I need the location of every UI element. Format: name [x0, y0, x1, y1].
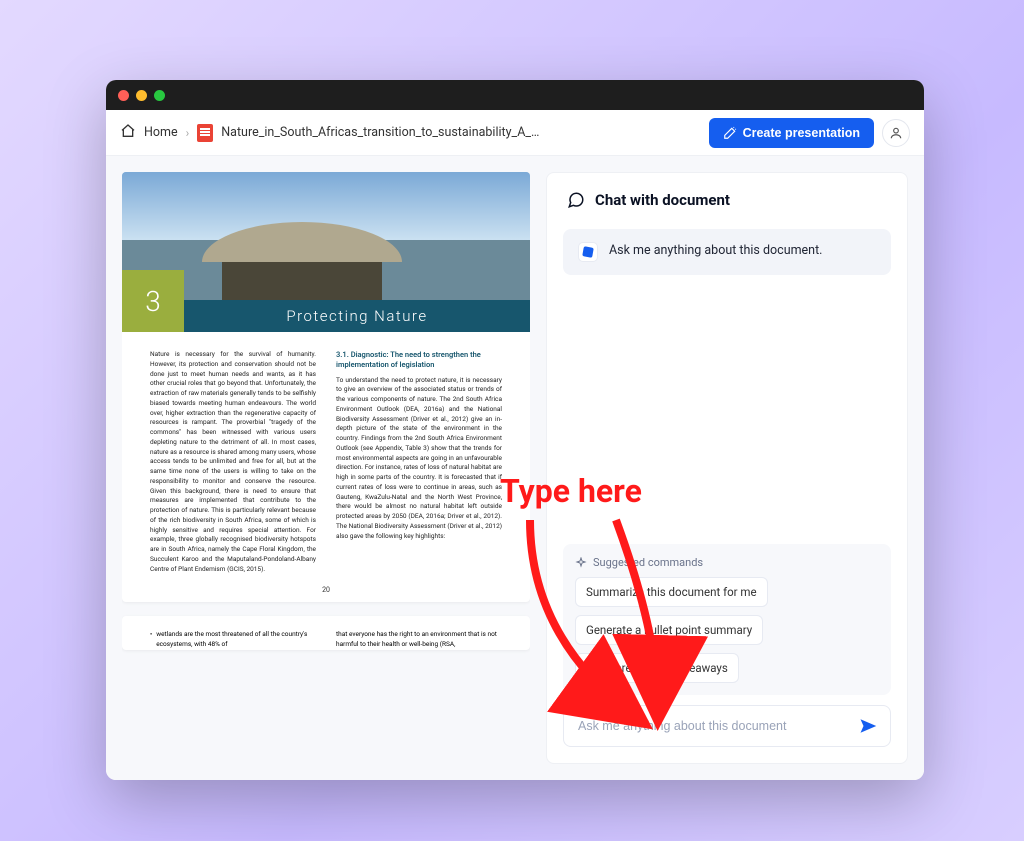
chat-messages: Ask me anything about this document. [547, 223, 907, 532]
create-presentation-label: Create presentation [743, 126, 860, 140]
suggested-commands-list: Summarize this document for me Generate … [575, 577, 879, 683]
document-page-1[interactable]: 3 Protecting Nature Nature is necessary … [122, 172, 530, 602]
chapter-number: 3 [122, 270, 184, 332]
chat-input-row [563, 705, 891, 747]
assistant-message: Ask me anything about this document. [563, 229, 891, 275]
send-icon [859, 717, 877, 735]
suggested-commands-label: Suggested commands [575, 556, 879, 569]
page-column-right: 3.1. Diagnostic: The need to strengthen … [336, 350, 502, 574]
chat-header: Chat with document [547, 173, 907, 223]
chapter-title: Protecting Nature [184, 300, 530, 332]
user-avatar[interactable] [882, 119, 910, 147]
breadcrumb-home[interactable]: Home [144, 125, 178, 140]
window-maximize-icon[interactable] [154, 90, 165, 101]
section-body: To understand the need to protect nature… [336, 376, 502, 542]
window-titlebar [106, 80, 924, 110]
chat-header-title: Chat with document [595, 191, 730, 209]
user-icon [889, 126, 903, 140]
document-pane: 3 Protecting Nature Nature is necessary … [122, 172, 530, 764]
section-heading: 3.1. Diagnostic: The need to strengthen … [336, 350, 502, 370]
window-minimize-icon[interactable] [136, 90, 147, 101]
send-button[interactable] [854, 712, 882, 740]
create-presentation-button[interactable]: Create presentation [709, 118, 874, 148]
workspace: 3 Protecting Nature Nature is necessary … [106, 156, 924, 780]
chat-bubble-icon [567, 191, 585, 209]
chat-input[interactable] [578, 719, 846, 733]
browser-window: Home › Nature_in_South_Africas_transitio… [106, 80, 924, 780]
breadcrumb-file[interactable]: Nature_in_South_Africas_transition_to_su… [221, 125, 541, 140]
page2-col-left: wetlands are the most threatened of all … [150, 630, 316, 650]
page-column-left: Nature is necessary for the survival of … [150, 350, 316, 574]
window-close-icon[interactable] [118, 90, 129, 101]
chevron-right-icon: › [186, 126, 190, 140]
breadcrumb-bar: Home › Nature_in_South_Africas_transitio… [106, 110, 924, 156]
suggested-commands-box: Suggested commands Summarize this docume… [563, 544, 891, 695]
page-number: 20 [122, 586, 530, 602]
magic-wand-icon [723, 126, 737, 140]
page-hero-image: 3 Protecting Nature [122, 172, 530, 332]
page2-col-right: that everyone has the right to an enviro… [336, 630, 502, 650]
assistant-message-text: Ask me anything about this document. [609, 243, 822, 258]
sparkle-icon [575, 557, 587, 569]
chat-panel: Chat with document Ask me anything about… [546, 172, 908, 764]
pdf-file-icon [197, 124, 213, 142]
home-icon[interactable] [120, 123, 136, 143]
suggestion-chip[interactable]: Summarize this document for me [575, 577, 768, 607]
assistant-avatar-icon [579, 243, 597, 261]
suggestion-chip[interactable]: What are the key takeaways [575, 653, 739, 683]
document-page-2[interactable]: wetlands are the most threatened of all … [122, 616, 530, 650]
suggestion-chip[interactable]: Generate a bullet point summary [575, 615, 763, 645]
